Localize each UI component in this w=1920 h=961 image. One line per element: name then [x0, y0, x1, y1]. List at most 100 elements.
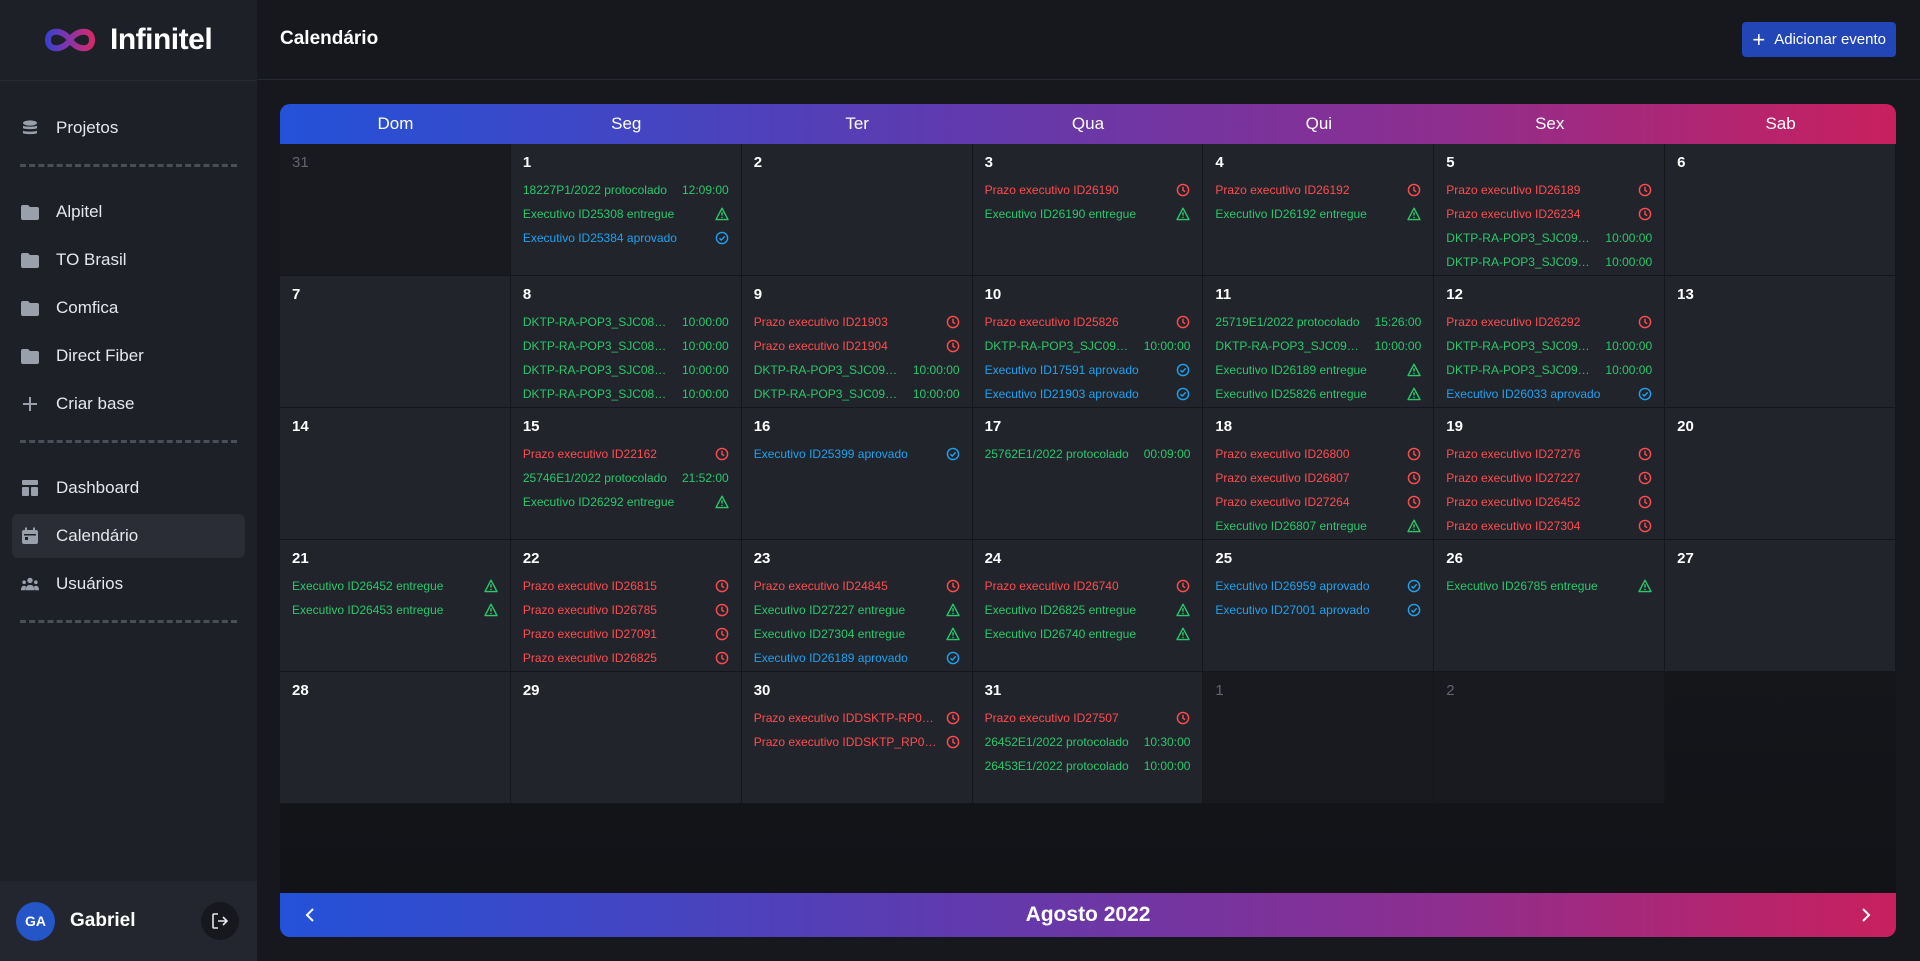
day-cell[interactable]: 25 Executivo ID26959 aprovado Executivo ID…	[1203, 540, 1435, 672]
calendar-event[interactable]: Prazo executivo ID27276	[1446, 442, 1652, 466]
calendar-event[interactable]: Executivo ID26033 aprovado	[1446, 382, 1652, 404]
day-cell[interactable]: 24 Prazo executivo ID26740 Executivo ID268…	[972, 540, 1204, 672]
calendar-event[interactable]: Prazo executivo ID26190	[985, 178, 1191, 202]
calendar-event[interactable]: Prazo executivo ID26192	[1215, 178, 1421, 202]
calendar-event[interactable]: 25719E1/2022 protocolado 15:26:00	[1215, 310, 1421, 334]
calendar-event[interactable]: DKTP-RA-POP3_SJC09E6/... 10:00:00	[1446, 334, 1652, 358]
calendar-event[interactable]: Executivo ID25384 aprovado	[523, 226, 729, 250]
calendar-event[interactable]: DKTP-RA-POP3_SJC09E5/... 10:00:00	[1215, 334, 1421, 358]
day-cell[interactable]: 17 25762E1/2022 protocolado 00:09:00	[972, 408, 1204, 540]
sidebar-item-to-brasil[interactable]: TO Brasil	[12, 238, 245, 282]
calendar-event[interactable]: Executivo ID27227 entregue	[754, 598, 960, 622]
calendar-event[interactable]: Prazo executivo ID26800	[1215, 442, 1421, 466]
calendar-event[interactable]: Executivo ID21903 aprovado	[985, 382, 1191, 404]
day-cell[interactable]: 4 Prazo executivo ID26192 Executivo ID2619…	[1203, 144, 1435, 276]
calendar-event[interactable]: Prazo executivo ID21904	[754, 334, 960, 358]
calendar-event[interactable]: Prazo executivo ID26234	[1446, 202, 1652, 226]
day-cell[interactable]: 30Prazo executivo IDDSKTP-RP01-RE...Praz…	[741, 672, 973, 804]
sidebar-item-alpitel[interactable]: Alpitel	[12, 190, 245, 234]
sidebar-item-usuarios[interactable]: Usuários	[12, 562, 245, 606]
calendar-event[interactable]: Prazo executivo ID27264	[1215, 490, 1421, 514]
calendar-event[interactable]: Executivo ID26190 entregue	[985, 202, 1191, 226]
calendar-event[interactable]: 25762E1/2022 protocolado 00:09:00	[985, 442, 1191, 466]
calendar-event[interactable]: Executivo ID26192 entregue	[1215, 202, 1421, 226]
calendar-event[interactable]: Executivo ID17591 aprovado	[985, 358, 1191, 382]
calendar-event[interactable]: Prazo executivo ID26807	[1215, 466, 1421, 490]
calendar-event[interactable]: 26452E1/2022 protocolado 10:30:00	[985, 730, 1191, 754]
day-cell[interactable]: 28	[280, 672, 511, 804]
day-cell[interactable]: 27	[1665, 540, 1896, 672]
calendar-event[interactable]: 25746E1/2022 protocolado 21:52:00	[523, 466, 729, 490]
day-cell[interactable]: 18 Prazo executivo ID26800 Prazo executivo…	[1203, 408, 1435, 540]
day-cell[interactable]: 13	[1665, 276, 1896, 408]
calendar-event[interactable]: Executivo ID26189 entregue	[1215, 358, 1421, 382]
day-cell[interactable]: 7	[280, 276, 511, 408]
day-cell[interactable]: 16 Executivo ID25399 aprovado	[741, 408, 973, 540]
day-cell[interactable]: 8 DKTP-RA-POP3_SJC08E6/... 10:00:00 DKTP-RA…	[510, 276, 742, 408]
calendar-event[interactable]: Executivo ID26452 entregue	[292, 574, 498, 598]
calendar-event[interactable]: 18227P1/2022 protocolado 12:09:00	[523, 178, 729, 202]
calendar-event[interactable]: Executivo ID26807 entregue	[1215, 514, 1421, 536]
calendar-event[interactable]: Prazo executivo ID25826	[985, 310, 1191, 334]
day-cell[interactable]: 20	[1665, 408, 1896, 540]
calendar-event[interactable]: Prazo executivo ID27304	[1446, 514, 1652, 536]
calendar-event[interactable]: Executivo ID26453 entregue	[292, 598, 498, 622]
day-cell[interactable]: 5 Prazo executivo ID26189 Prazo executivo …	[1434, 144, 1666, 276]
day-cell[interactable]: 9 Prazo executivo ID21903 Prazo executivo …	[741, 276, 973, 408]
add-event-button[interactable]: + Adicionar evento	[1742, 22, 1896, 57]
day-cell[interactable]: 11 25719E1/2022 protocolado 15:26:00 DKTP-R…	[1203, 276, 1435, 408]
calendar-event[interactable]: DKTP-RA-POP3_SJC08E9/... 10:00:00	[523, 382, 729, 404]
calendar-event[interactable]: Prazo executivo ID26785	[523, 598, 729, 622]
calendar-event[interactable]: Executivo ID27304 entregue	[754, 622, 960, 646]
app-logo[interactable]: Infinitel	[40, 18, 213, 62]
calendar-event[interactable]: Prazo executivo ID26815	[523, 574, 729, 598]
calendar-event[interactable]: Executivo ID26959 aprovado	[1215, 574, 1421, 598]
calendar-event[interactable]: Prazo executivo ID27507	[985, 706, 1191, 730]
calendar-event[interactable]: Executivo ID26740 entregue	[985, 622, 1191, 646]
avatar[interactable]: GA	[16, 901, 55, 941]
day-cell[interactable]: 23 Prazo executivo ID24845 Executivo ID272…	[741, 540, 973, 672]
prev-month-button[interactable]	[288, 893, 332, 937]
day-cell[interactable]: 15 Prazo executivo ID22162 25746E1/2022 pr…	[510, 408, 742, 540]
calendar-event[interactable]: Prazo executivo ID21903	[754, 310, 960, 334]
day-cell[interactable]: 26 Executivo ID26785 entregue	[1434, 540, 1666, 672]
calendar-event[interactable]: Executivo ID25826 entregue	[1215, 382, 1421, 404]
calendar-event[interactable]: Prazo executivo ID26292	[1446, 310, 1652, 334]
calendar-event[interactable]: Executivo ID25399 aprovado	[754, 442, 960, 466]
calendar-event[interactable]: DKTP-RA-POP3_SJC08E6/... 10:00:00	[523, 310, 729, 334]
sidebar-item-criar-base[interactable]: Criar base	[12, 382, 245, 426]
day-cell[interactable]: 2	[1434, 672, 1666, 804]
day-cell[interactable]: 29	[510, 672, 742, 804]
day-cell[interactable]: 6	[1665, 144, 1896, 276]
calendar-event[interactable]: Executivo ID26189 aprovado	[754, 646, 960, 668]
day-cell[interactable]: 31	[280, 144, 511, 276]
day-cell[interactable]: 12 Prazo executivo ID26292 DKTP-RA-POP3_SJ…	[1434, 276, 1666, 408]
calendar-event[interactable]: Executivo ID27001 aprovado	[1215, 598, 1421, 622]
day-cell[interactable]: 21 Executivo ID26452 entregue Executivo ID…	[280, 540, 511, 672]
calendar-event[interactable]: Prazo executivo ID27227	[1446, 466, 1652, 490]
calendar-event[interactable]: Executivo ID26292 entregue	[523, 490, 729, 514]
sidebar-item-dashboard[interactable]: Dashboard	[12, 466, 245, 510]
calendar-event[interactable]: Prazo executivo IDDSKTP-RP01-RE...	[754, 706, 960, 730]
day-cell[interactable]: 1 18227P1/2022 protocolado 12:09:00 Executi…	[510, 144, 742, 276]
calendar-event[interactable]: Executivo ID25308 entregue	[523, 202, 729, 226]
calendar-event[interactable]: Prazo executivo ID26452	[1446, 490, 1652, 514]
day-cell[interactable]: 22 Prazo executivo ID26815 Prazo executivo…	[510, 540, 742, 672]
day-cell[interactable]: 1	[1203, 672, 1435, 804]
calendar-event[interactable]: DKTP-RA-POP3_SJC09E1/... 10:00:00	[1446, 250, 1652, 272]
sidebar-item-projetos[interactable]: Projetos	[12, 106, 245, 150]
day-cell[interactable]: 3 Prazo executivo ID26190 Executivo ID2619…	[972, 144, 1204, 276]
calendar-event[interactable]: DKTP-RA-POP3_SJC09E1/... 10:00:00	[1446, 226, 1652, 250]
calendar-event[interactable]: DKTP-RA-POP3_SJC08E8/... 10:00:00	[523, 358, 729, 382]
day-cell[interactable]: 2	[741, 144, 973, 276]
calendar-event[interactable]: DKTP-RA-POP3_SJC08E7/... 10:00:00	[523, 334, 729, 358]
calendar-event[interactable]: DKTP-RA-POP3_SJC09E7/... 10:00:00	[1446, 358, 1652, 382]
calendar-event[interactable]: DKTP-RA-POP3_SJC09E3/... 10:00:00	[754, 382, 960, 404]
sidebar-item-calendario[interactable]: Calendário	[12, 514, 245, 558]
calendar-event[interactable]: Executivo ID26785 entregue	[1446, 574, 1652, 598]
logout-button[interactable]	[201, 902, 239, 940]
calendar-event[interactable]: DKTP-RA-POP3_SJC09E2/... 10:00:00	[754, 358, 960, 382]
calendar-event[interactable]: Prazo executivo ID22162	[523, 442, 729, 466]
calendar-event[interactable]: Executivo ID26825 entregue	[985, 598, 1191, 622]
calendar-event[interactable]: Prazo executivo ID26189	[1446, 178, 1652, 202]
